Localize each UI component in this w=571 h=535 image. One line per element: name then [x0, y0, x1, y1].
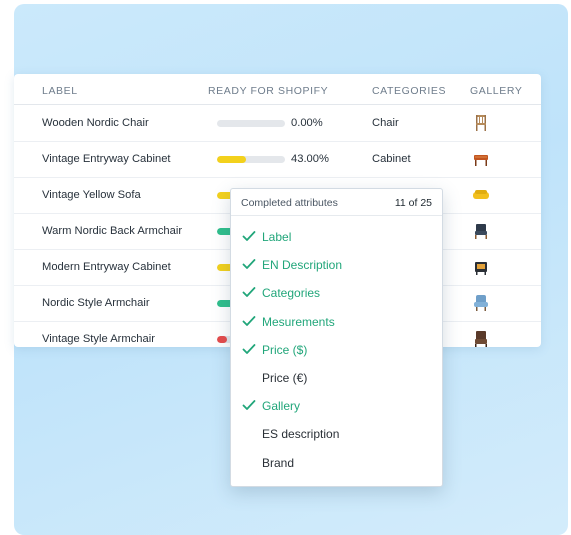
- check-icon: [242, 398, 256, 411]
- attribute-label: Mesurements: [262, 314, 335, 329]
- completed-attributes-popup: Completed attributes 11 of 25 Label EN De…: [230, 188, 443, 487]
- yellow-sofa-icon[interactable]: [472, 186, 490, 204]
- attribute-label: Categories: [262, 286, 321, 301]
- attribute-label: Label: [262, 230, 292, 244]
- product-label: Vintage Yellow Sofa: [42, 189, 141, 201]
- product-category: Cabinet: [372, 153, 411, 165]
- table-row[interactable]: Vintage Entryway Cabinet 43.00% Cabinet: [14, 141, 541, 178]
- attribute-item[interactable]: Price (€): [231, 363, 442, 391]
- cabinet-icon[interactable]: [472, 150, 490, 168]
- progress-percent: 43.00%: [291, 153, 329, 165]
- wooden-chair-icon[interactable]: [472, 114, 490, 132]
- attribute-item[interactable]: Categories: [231, 278, 442, 306]
- attribute-label: ES description: [262, 427, 340, 442]
- attribute-item[interactable]: Gallery: [231, 391, 442, 419]
- check-icon: [242, 229, 256, 241]
- attribute-label: Price (€): [262, 371, 308, 385]
- table-header: LABEL READY FOR SHOPIFY CATEGORIES GALLE…: [14, 74, 541, 105]
- armchair-icon[interactable]: [472, 222, 490, 240]
- progress-bar[interactable]: [217, 156, 285, 163]
- product-label: Vintage Style Armchair: [42, 333, 155, 345]
- attribute-label: EN Description: [262, 258, 343, 273]
- popup-title: Completed attributes: [241, 197, 338, 209]
- check-icon: [242, 285, 256, 298]
- progress-bar[interactable]: [217, 120, 285, 127]
- product-label: Vintage Entryway Cabinet: [42, 153, 171, 165]
- popup-header: Completed attributes 11 of 25: [231, 189, 442, 216]
- progress-fill: [217, 336, 228, 343]
- attribute-label: Gallery: [262, 399, 301, 414]
- header-label[interactable]: LABEL: [42, 85, 78, 97]
- product-label: Warm Nordic Back Armchair: [42, 225, 183, 237]
- attribute-item[interactable]: Mesurements: [231, 307, 442, 335]
- vintage-armchair-icon[interactable]: [472, 330, 490, 347]
- progress-percent: 0.00%: [291, 117, 323, 129]
- progress-fill: [217, 156, 247, 163]
- attribute-item[interactable]: Price ($): [231, 335, 442, 363]
- product-label: Nordic Style Armchair: [42, 297, 150, 309]
- header-categories[interactable]: CATEGORIES: [372, 85, 446, 97]
- header-ready-for-shopify[interactable]: READY FOR SHOPIFY: [208, 85, 328, 97]
- check-icon: [242, 342, 256, 354]
- attribute-label: Brand: [262, 455, 295, 470]
- check-icon: [242, 257, 256, 270]
- attribute-item[interactable]: EN Description: [231, 250, 442, 278]
- header-gallery[interactable]: GALLERY: [470, 85, 522, 97]
- modern-cabinet-icon[interactable]: [472, 258, 490, 276]
- attribute-label: Price ($): [262, 342, 308, 357]
- attribute-item[interactable]: ES description: [231, 419, 442, 447]
- product-label: Modern Entryway Cabinet: [42, 261, 171, 273]
- attribute-item[interactable]: Brand: [231, 448, 442, 476]
- check-icon: [242, 314, 256, 326]
- table-row[interactable]: Wooden Nordic Chair 0.00% Chair: [14, 105, 541, 142]
- blue-armchair-icon[interactable]: [472, 294, 490, 312]
- product-label: Wooden Nordic Chair: [42, 117, 149, 129]
- attribute-item[interactable]: Label: [231, 222, 442, 250]
- popup-count: 11 of 25: [394, 197, 432, 209]
- product-category: Chair: [372, 117, 399, 129]
